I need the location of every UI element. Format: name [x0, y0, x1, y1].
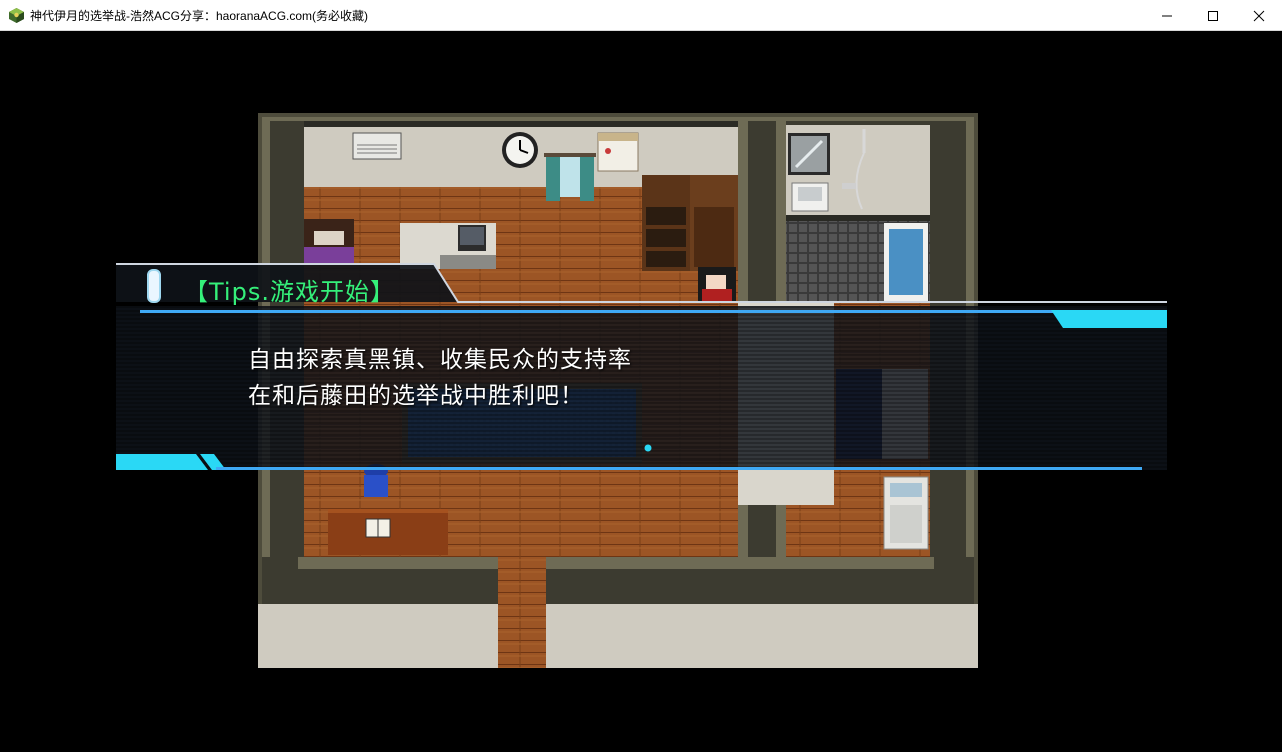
- open-book-icon: [365, 518, 391, 538]
- bookshelf-icon: [642, 175, 690, 271]
- maximize-button[interactable]: [1190, 0, 1236, 31]
- window-titlebar: 神代伊月的选举战-浩然ACG分享：haoranaACG.com(务必收藏): [0, 0, 1282, 31]
- close-icon: [1253, 10, 1265, 21]
- dialog-message-line-1: 自由探索真黑镇、收集民众的支持率: [248, 347, 632, 373]
- wardrobe-icon: [690, 175, 738, 271]
- minimize-button[interactable]: [1144, 0, 1190, 31]
- minimize-icon: [1162, 15, 1172, 16]
- sink-icon: [791, 182, 829, 212]
- mirror-icon: [788, 133, 830, 175]
- washing-machine-icon: [883, 476, 929, 550]
- wall-clock-icon: [502, 132, 538, 168]
- close-button[interactable]: [1236, 0, 1282, 31]
- dialog-header: 【Tips.游戏开始】: [184, 278, 395, 306]
- dialog-message-line-2: 在和后藤田的选举战中胜利吧！: [248, 383, 584, 409]
- window-title: 神代伊月的选举战-浩然ACG分享：haoranaACG.com(务必收藏): [30, 9, 369, 23]
- window-curtain-icon: [544, 153, 596, 201]
- air-conditioner-icon: [352, 132, 402, 160]
- maximize-icon: [1208, 10, 1218, 21]
- continue-indicator-icon: [644, 444, 652, 452]
- game-app-icon: [9, 8, 24, 23]
- calendar-icon: [597, 132, 639, 172]
